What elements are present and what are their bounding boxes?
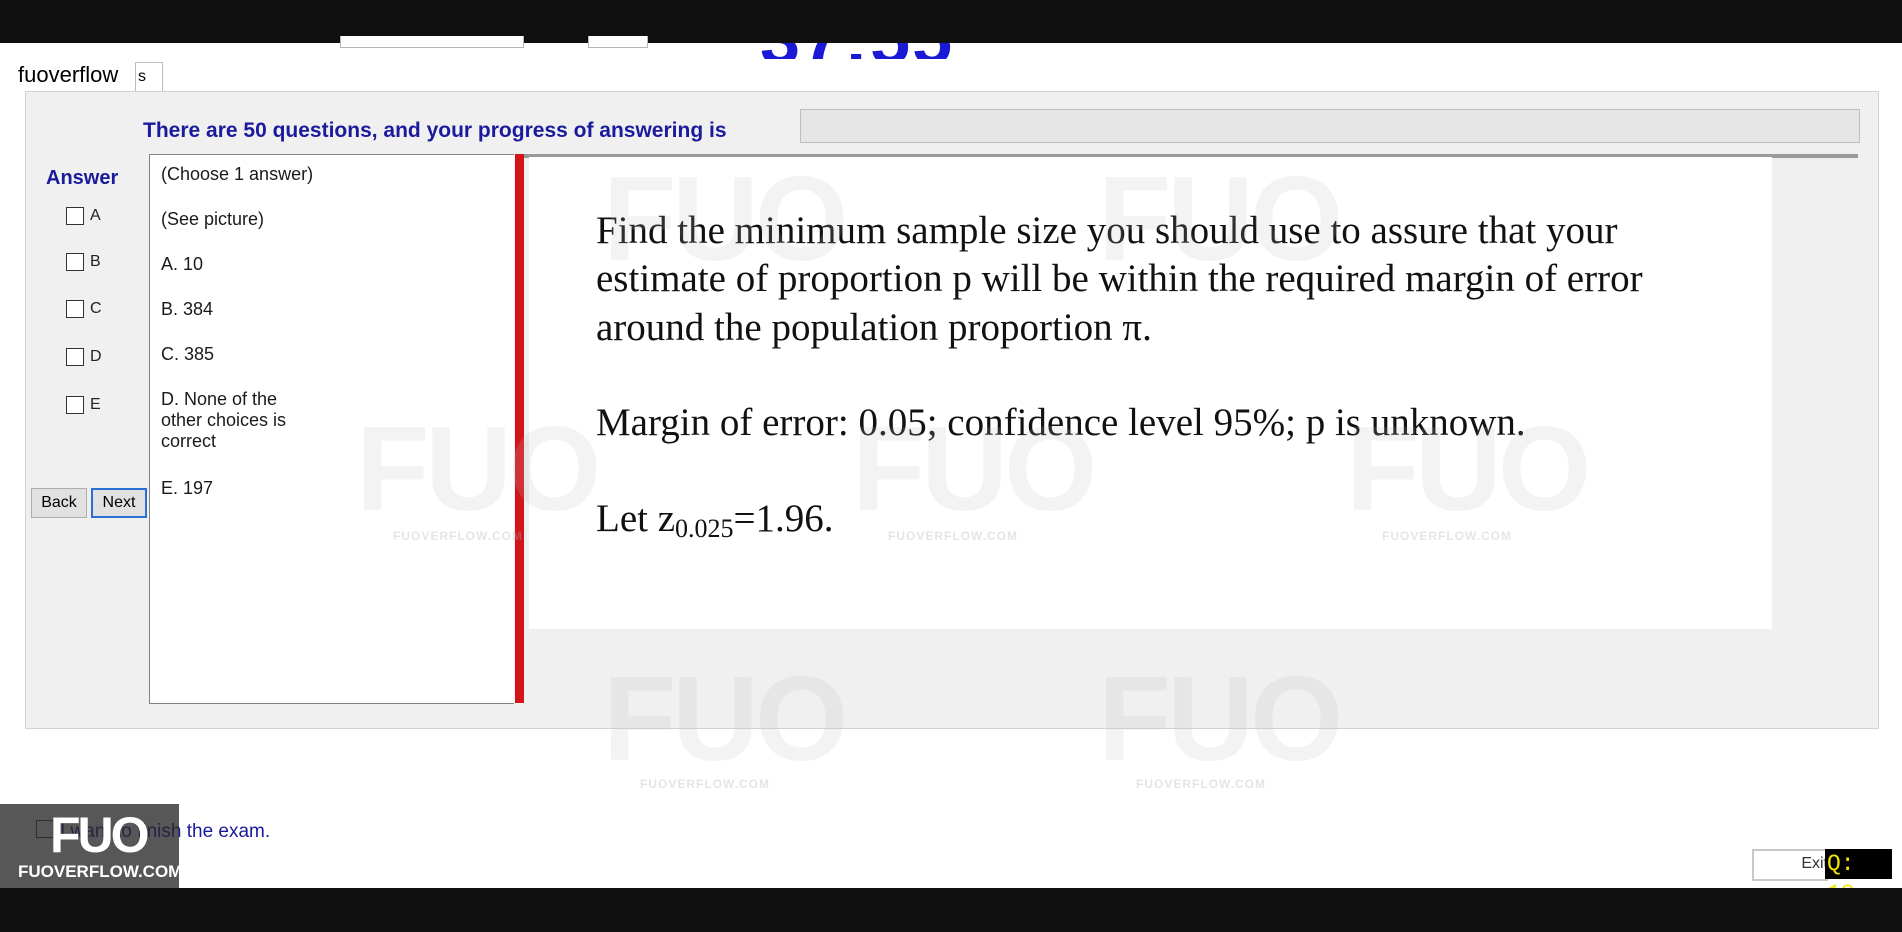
- next-button[interactable]: Next: [91, 488, 147, 518]
- watermark-logo: FUO: [852, 402, 1097, 536]
- fuoverflow-logo: FUO FUOVERFLOW.COM: [0, 804, 183, 888]
- answer-option-label: A: [90, 207, 101, 224]
- watermark-site: FUOVERFLOW.COM: [393, 529, 523, 543]
- answer-option-a[interactable]: A: [66, 207, 101, 229]
- watermark-logo: FUO: [603, 652, 848, 786]
- watermark-site: FUOVERFLOW.COM: [888, 529, 1018, 543]
- watermark-logo: FUO: [1346, 402, 1591, 536]
- question-number-badge: Q: 18: [1825, 849, 1892, 907]
- bottom-letterbox-bar: [0, 888, 1902, 932]
- choice-d-line: D. None of the: [161, 389, 278, 409]
- exam-timer-text: 37:55: [760, 43, 954, 59]
- question-line: around the population proportion π.: [596, 306, 1152, 349]
- answer-heading: Answer: [46, 167, 119, 189]
- question-z-prefix: Let z: [596, 497, 676, 540]
- answer-option-b[interactable]: B: [66, 253, 101, 275]
- logo-site: FUOVERFLOW.COM: [18, 862, 183, 881]
- exam-timer: 37:55: [760, 43, 1000, 59]
- window-tab-title: fuoverflow: [18, 62, 119, 87]
- answer-checkbox-c[interactable]: [66, 300, 84, 318]
- choice-e-text: E. 197: [161, 478, 214, 498]
- answer-option-e[interactable]: E: [66, 396, 101, 418]
- answer-progress-bar: [800, 109, 1860, 143]
- top-letterbox-bar: [0, 0, 1902, 43]
- choices-see-picture: (See picture): [161, 209, 265, 229]
- answer-checkbox-b[interactable]: [66, 253, 84, 271]
- watermark-logo: FUO: [1098, 652, 1343, 786]
- answer-option-label: D: [90, 348, 102, 365]
- answer-option-d[interactable]: D: [66, 348, 102, 370]
- question-z-subscript: 0.025: [675, 514, 734, 543]
- back-button[interactable]: Back: [31, 488, 87, 518]
- watermark-site: FUOVERFLOW.COM: [1382, 529, 1512, 543]
- exit-label: Exit: [1801, 855, 1828, 872]
- watermark-logo: FUO: [356, 402, 601, 536]
- answer-option-label: C: [90, 300, 102, 317]
- answer-checkbox-e[interactable]: [66, 396, 84, 414]
- watermark-logo: FUO: [603, 152, 848, 286]
- choice-d-line: other choices is: [161, 410, 287, 430]
- choice-b-text: B. 384: [161, 299, 214, 319]
- toolbar-small-field[interactable]: [588, 36, 648, 48]
- question-z-line: Let z0.025=1.96.: [596, 496, 834, 544]
- watermark-site: FUOVERFLOW.COM: [640, 777, 770, 791]
- watermark-site: FUOVERFLOW.COM: [1136, 777, 1266, 791]
- choice-d-line: correct: [161, 431, 217, 451]
- window-tab[interactable]: s: [135, 62, 163, 91]
- watermark-logo: FUO: [1098, 152, 1343, 286]
- answer-checkbox-a[interactable]: [66, 207, 84, 225]
- answer-checkbox-d[interactable]: [66, 348, 84, 366]
- answer-option-c[interactable]: C: [66, 300, 102, 322]
- toolbar-field[interactable]: [340, 36, 524, 48]
- choices-instruction: (Choose 1 answer): [161, 164, 314, 184]
- answer-option-label: B: [90, 253, 101, 270]
- progress-label: There are 50 questions, and your progres…: [143, 119, 727, 142]
- exit-button[interactable]: Exit: [1752, 849, 1828, 881]
- choice-a-text: A. 10: [161, 254, 204, 274]
- choice-c-text: C. 385: [161, 344, 215, 364]
- question-z-suffix: =1.96.: [733, 497, 834, 540]
- logo-mark: FUO: [50, 807, 150, 863]
- answer-option-label: E: [90, 396, 101, 413]
- choice-d-text: D. None of the other choices is correct: [161, 389, 286, 452]
